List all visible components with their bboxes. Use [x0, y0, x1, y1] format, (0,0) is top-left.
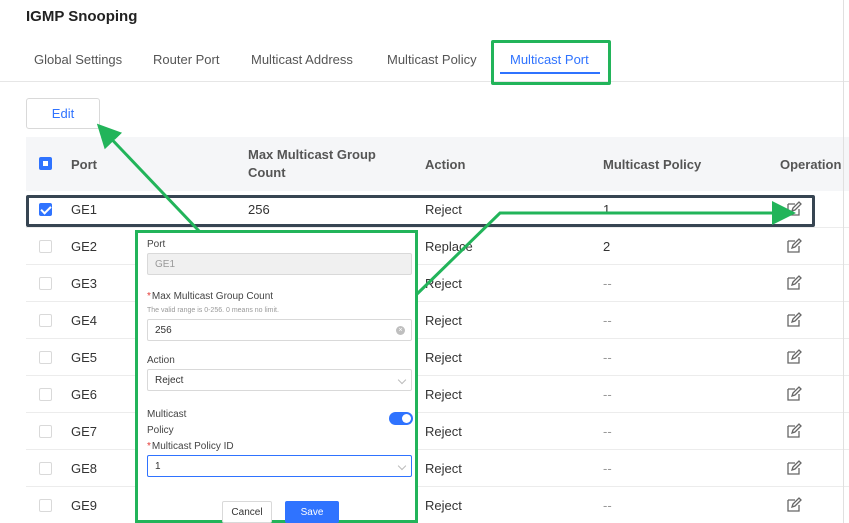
- cell-port: GE4: [71, 313, 98, 328]
- port-label: Port: [147, 239, 166, 250]
- tab-multicast-address[interactable]: Multicast Address: [251, 52, 353, 67]
- row-checkbox[interactable]: [39, 314, 52, 327]
- chevron-down-icon: [397, 375, 407, 385]
- cell-port: GE2: [71, 239, 98, 254]
- column-header-operation: Operation: [780, 156, 842, 172]
- edit-button[interactable]: Edit: [26, 98, 100, 129]
- policy-id-label: *Multicast Policy ID: [147, 441, 234, 452]
- edit-icon[interactable]: [786, 275, 802, 291]
- selected-row-highlight: [26, 195, 815, 227]
- column-header-max-group: Max Multicast Group Count: [248, 137, 376, 191]
- cell-policy: --: [603, 424, 612, 439]
- clear-icon[interactable]: ×: [396, 326, 405, 335]
- cell-action: Replace: [425, 239, 473, 254]
- policy-id-value: 1: [155, 460, 161, 472]
- edit-icon[interactable]: [786, 238, 802, 254]
- action-select[interactable]: Reject: [147, 369, 412, 391]
- row-checkbox[interactable]: [39, 425, 52, 438]
- cell-policy: --: [603, 350, 612, 365]
- max-group-label: *Max Multicast Group Count: [147, 291, 273, 302]
- action-value: Reject: [155, 374, 184, 386]
- tab-highlight-box: [491, 40, 611, 85]
- cell-action: Reject: [425, 313, 462, 328]
- row-checkbox[interactable]: [39, 499, 52, 512]
- cancel-button[interactable]: Cancel: [222, 501, 272, 523]
- cell-port: GE3: [71, 276, 98, 291]
- chevron-down-icon: [397, 461, 407, 471]
- column-header-max-group-line1: Max Multicast Group: [248, 147, 376, 162]
- cell-action: Reject: [425, 350, 462, 365]
- policy-id-label-text: Multicast Policy ID: [151, 441, 234, 452]
- cell-policy: --: [603, 313, 612, 328]
- cell-port: GE9: [71, 498, 98, 513]
- tab-multicast-policy[interactable]: Multicast Policy: [387, 52, 477, 67]
- cell-action: Reject: [425, 424, 462, 439]
- required-marker: *: [147, 441, 151, 452]
- edit-icon[interactable]: [786, 349, 802, 365]
- cell-action: Reject: [425, 276, 462, 291]
- row-checkbox[interactable]: [39, 240, 52, 253]
- cell-action: Reject: [425, 498, 462, 513]
- column-header-max-group-line2: Count: [248, 165, 286, 180]
- cell-policy: --: [603, 276, 612, 291]
- port-field: GE1: [147, 253, 412, 275]
- page-divider: [843, 0, 844, 523]
- cell-port: GE5: [71, 350, 98, 365]
- max-group-label-text: Max Multicast Group Count: [151, 291, 274, 302]
- cell-policy: 2: [603, 239, 611, 254]
- row-checkbox[interactable]: [39, 351, 52, 364]
- policy-toggle-switch[interactable]: [389, 412, 413, 425]
- column-header-port: Port: [71, 156, 97, 172]
- cell-port: GE8: [71, 461, 98, 476]
- row-checkbox[interactable]: [39, 462, 52, 475]
- edit-icon[interactable]: [786, 386, 802, 402]
- policy-toggle-label-line2: Policy: [147, 425, 174, 436]
- save-button[interactable]: Save: [285, 501, 339, 523]
- tab-bar: Global Settings Router Port Multicast Ad…: [0, 40, 849, 82]
- cell-action: Reject: [425, 387, 462, 402]
- page-title: IGMP Snooping: [26, 8, 138, 25]
- column-header-policy: Multicast Policy: [603, 156, 702, 172]
- cell-port: GE6: [71, 387, 98, 402]
- tab-router-port[interactable]: Router Port: [153, 52, 219, 67]
- select-all-checkbox[interactable]: [39, 157, 52, 170]
- edit-icon[interactable]: [786, 497, 802, 513]
- tab-global-settings[interactable]: Global Settings: [34, 52, 122, 67]
- edit-port-panel: Port GE1 *Max Multicast Group Count The …: [135, 230, 418, 523]
- policy-toggle-label-line1: Multicast: [147, 409, 187, 420]
- cell-policy: --: [603, 387, 612, 402]
- max-group-input[interactable]: 256 ×: [147, 319, 412, 341]
- policy-id-select[interactable]: 1: [147, 455, 412, 477]
- edit-icon[interactable]: [786, 460, 802, 476]
- edit-icon[interactable]: [786, 423, 802, 439]
- action-label: Action: [147, 355, 175, 366]
- max-group-value: 256: [155, 324, 172, 336]
- row-checkbox[interactable]: [39, 277, 52, 290]
- cell-policy: --: [603, 498, 612, 513]
- table-header: Port Max Multicast Group Count Action Mu…: [26, 137, 849, 191]
- cell-policy: --: [603, 461, 612, 476]
- row-checkbox[interactable]: [39, 388, 52, 401]
- policy-toggle-label: Multicast Policy: [147, 407, 186, 439]
- edit-icon[interactable]: [786, 312, 802, 328]
- max-group-hint: The valid range is 0-256. 0 means no lim…: [147, 307, 279, 314]
- column-header-action: Action: [425, 156, 466, 172]
- cell-action: Reject: [425, 461, 462, 476]
- cell-port: GE7: [71, 424, 98, 439]
- required-marker: *: [147, 291, 151, 302]
